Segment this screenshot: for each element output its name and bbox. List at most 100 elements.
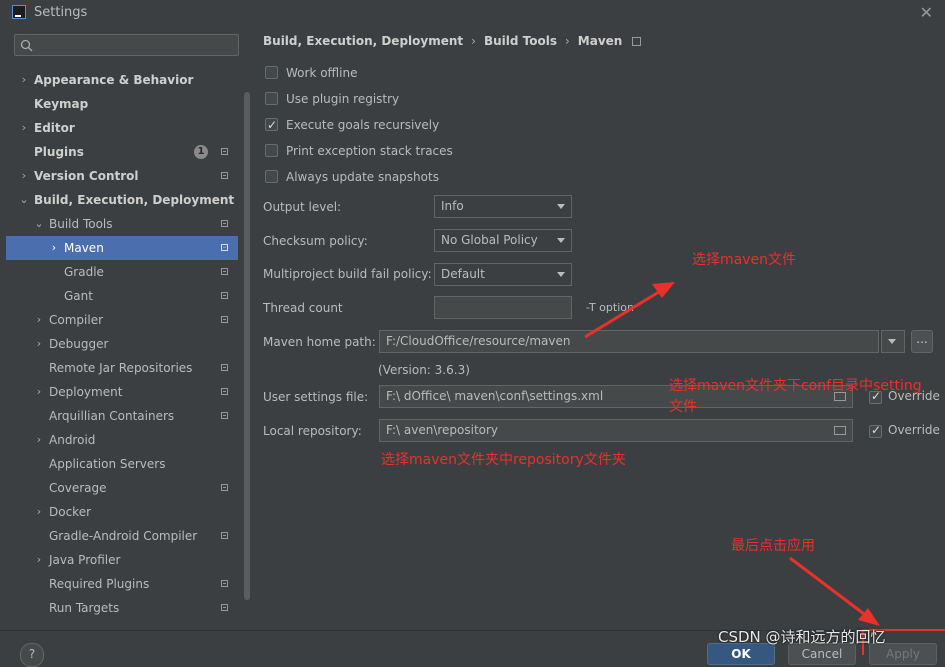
sidebar-item-label: Build, Execution, Deployment bbox=[34, 193, 235, 207]
sidebar-item-deployment[interactable]: › Deployment bbox=[6, 380, 238, 404]
sidebar-item-label: Version Control bbox=[34, 169, 139, 183]
sidebar-item-application-servers[interactable]: Application Servers bbox=[6, 452, 238, 476]
local-repository-value: F:\ aven\repository bbox=[386, 423, 499, 437]
sidebar-item-build-tools[interactable]: ⌄ Build Tools bbox=[6, 212, 238, 236]
user-settings-label: User settings file: bbox=[263, 390, 369, 404]
sidebar-item-appearance-behavior[interactable]: › Appearance & Behavior bbox=[6, 68, 238, 92]
project-scope-icon bbox=[221, 532, 228, 539]
breadcrumb-separator: › bbox=[564, 34, 570, 48]
project-scope-icon bbox=[221, 172, 228, 179]
project-scope-icon bbox=[221, 220, 228, 227]
project-scope-icon bbox=[221, 388, 228, 395]
settings-search-input[interactable] bbox=[14, 34, 239, 56]
sidebar-item-keymap[interactable]: Keymap bbox=[6, 92, 238, 116]
chevron-right-icon[interactable]: › bbox=[33, 308, 45, 332]
sidebar-item-gant[interactable]: Gant bbox=[6, 284, 238, 308]
thread-count-input[interactable] bbox=[434, 296, 572, 319]
checksum-policy-select[interactable]: No Global Policy bbox=[434, 229, 572, 252]
user-settings-value: F:\ dOffice\ maven\conf\settings.xml bbox=[386, 389, 604, 403]
sidebar-item-label: Required Plugins bbox=[49, 577, 150, 591]
sidebar-item-coverage[interactable]: Coverage bbox=[6, 476, 238, 500]
sidebar-item-required-plugins[interactable]: Required Plugins bbox=[6, 572, 238, 596]
chevron-down-icon bbox=[557, 204, 565, 209]
sidebar-item-gradle-android-compiler[interactable]: Gradle-Android Compiler bbox=[6, 524, 238, 548]
sidebar-item-compiler[interactable]: › Compiler bbox=[6, 308, 238, 332]
maven-home-dropdown-button[interactable] bbox=[881, 330, 905, 353]
settings-sidebar: › Appearance & Behavior Keymap › Editor Plugi… bbox=[6, 26, 250, 630]
help-button[interactable]: ? bbox=[20, 643, 44, 667]
browse-maven-home-button[interactable]: ... bbox=[911, 330, 933, 353]
sidebar-item-label: Debugger bbox=[49, 337, 109, 351]
sidebar-item-editor[interactable]: › Editor bbox=[6, 116, 238, 140]
chevron-right-icon[interactable]: › bbox=[18, 116, 30, 140]
sidebar-item-java-profiler[interactable]: › Java Profiler bbox=[6, 548, 238, 572]
chevron-down-icon[interactable]: ⌄ bbox=[33, 212, 45, 236]
annotation-select-settings-cont: 文件 bbox=[669, 399, 697, 415]
sidebar-item-label: Build Tools bbox=[49, 217, 113, 231]
checkbox-unchecked-icon[interactable] bbox=[265, 92, 278, 105]
override-label: Override bbox=[888, 423, 940, 437]
local-repository-input[interactable]: F:\ aven\repository bbox=[379, 419, 853, 442]
chevron-right-icon[interactable]: › bbox=[33, 500, 45, 524]
sidebar-item-remote-jar-repositories[interactable]: Remote Jar Repositories bbox=[6, 356, 238, 380]
chevron-down-icon[interactable]: ⌄ bbox=[18, 188, 30, 212]
maven-settings-panel: Build, Execution, Deployment › Build Tools… bbox=[247, 26, 945, 630]
annotation-select-repository: 选择maven文件夹中repository文件夹 bbox=[381, 452, 626, 468]
sidebar-item-build-execution-deployment[interactable]: ⌄ Build, Execution, Deployment bbox=[6, 188, 238, 212]
multiproject-fail-policy-value: Default bbox=[441, 267, 485, 281]
annotation-select-maven: 选择maven文件 bbox=[692, 252, 796, 268]
sidebar-item-debugger[interactable]: › Debugger bbox=[6, 332, 238, 356]
sidebar-item-run-targets[interactable]: Run Targets bbox=[6, 596, 238, 620]
chevron-right-icon[interactable]: › bbox=[33, 332, 45, 356]
checkbox-checked-icon[interactable] bbox=[265, 116, 278, 134]
project-scope-icon bbox=[221, 244, 228, 251]
sidebar-item-version-control[interactable]: › Version Control bbox=[6, 164, 238, 188]
checksum-policy-value: No Global Policy bbox=[441, 233, 538, 247]
output-level-label: Output level: bbox=[263, 200, 342, 214]
sidebar-item-label: Remote Jar Repositories bbox=[49, 361, 193, 375]
sidebar-item-maven[interactable]: › Maven bbox=[6, 236, 238, 260]
sidebar-item-label: Coverage bbox=[49, 481, 107, 495]
sidebar-item-label: Gant bbox=[64, 289, 93, 303]
checkbox-unchecked-icon[interactable] bbox=[265, 170, 278, 183]
chevron-down-icon bbox=[888, 339, 896, 344]
checkbox-unchecked-icon[interactable] bbox=[265, 144, 278, 157]
chevron-right-icon[interactable]: › bbox=[48, 236, 60, 260]
sidebar-item-label: Gradle bbox=[64, 265, 104, 279]
breadcrumb: Build, Execution, Deployment › Build Tools… bbox=[263, 34, 642, 48]
multiproject-fail-policy-select[interactable]: Default bbox=[434, 263, 572, 286]
breadcrumb-item: Build, Execution, Deployment bbox=[263, 34, 464, 48]
folder-icon[interactable] bbox=[834, 426, 846, 435]
update-count-badge: 1 bbox=[194, 145, 208, 159]
project-scope-icon bbox=[221, 580, 228, 587]
sidebar-item-label: Deployment bbox=[49, 385, 123, 399]
maven-home-input[interactable]: F:/CloudOffice/resource/maven bbox=[379, 330, 879, 353]
project-scope-icon bbox=[221, 292, 228, 299]
chevron-right-icon[interactable]: › bbox=[33, 548, 45, 572]
sidebar-item-plugins[interactable]: Plugins 1 bbox=[6, 140, 238, 164]
project-scope-icon bbox=[221, 268, 228, 275]
sidebar-item-arquillian-containers[interactable]: Arquillian Containers bbox=[6, 404, 238, 428]
chevron-right-icon[interactable]: › bbox=[18, 68, 30, 92]
output-level-select[interactable]: Info bbox=[434, 195, 572, 218]
chevron-right-icon[interactable]: › bbox=[18, 164, 30, 188]
chevron-right-icon[interactable]: › bbox=[33, 428, 45, 452]
breadcrumb-item: Maven bbox=[577, 34, 623, 48]
local-repository-label: Local repository: bbox=[263, 424, 362, 438]
sidebar-item-label: Plugins bbox=[34, 145, 84, 159]
chevron-right-icon[interactable]: › bbox=[33, 380, 45, 404]
sidebar-item-gradle[interactable]: Gradle bbox=[6, 260, 238, 284]
close-icon[interactable]: ✕ bbox=[920, 3, 933, 22]
checkbox-unchecked-icon[interactable] bbox=[265, 66, 278, 79]
sidebar-item-docker[interactable]: › Docker bbox=[6, 500, 238, 524]
project-scope-icon bbox=[221, 484, 228, 491]
sidebar-item-android[interactable]: › Android bbox=[6, 428, 238, 452]
project-scope-icon bbox=[221, 148, 228, 155]
checkbox-label: Work offline bbox=[286, 66, 358, 80]
project-scope-icon bbox=[221, 604, 228, 611]
multiproject-fail-policy-label: Multiproject build fail policy: bbox=[263, 267, 432, 281]
sidebar-item-label: Keymap bbox=[34, 97, 89, 111]
project-scope-icon bbox=[221, 412, 228, 419]
sidebar-item-label: Application Servers bbox=[49, 457, 166, 471]
annotation-apply: 最后点击应用 bbox=[731, 538, 815, 554]
